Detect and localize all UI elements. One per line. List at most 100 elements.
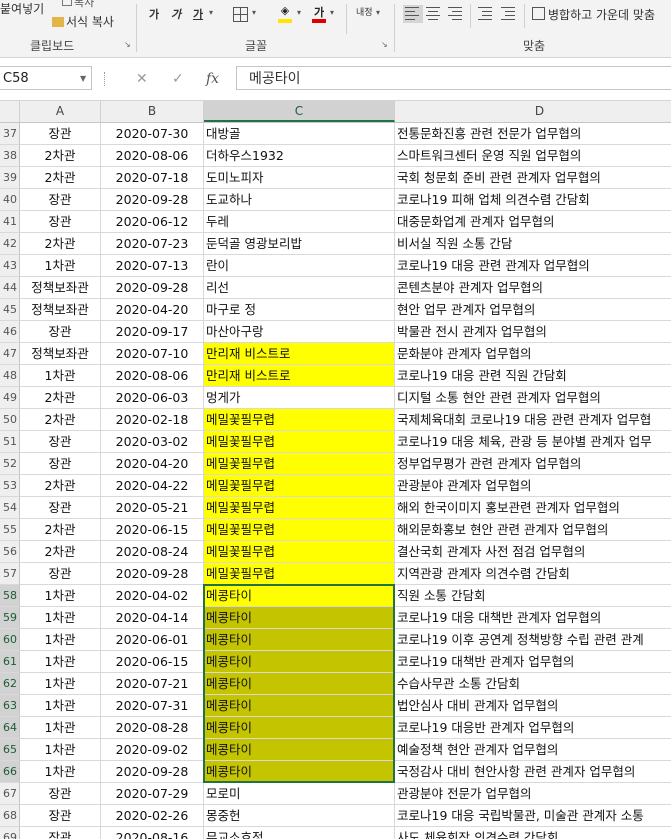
cell-c[interactable]: 메밀꽃필무렵	[204, 409, 395, 431]
row-header[interactable]: 61	[0, 651, 20, 673]
cell-c[interactable]: 마산아구랑	[204, 321, 395, 343]
cell-a[interactable]: 1차관	[20, 695, 101, 717]
cell-d[interactable]: 해외 한국이미지 홍보관련 관계자 업무협의	[395, 497, 671, 519]
row-header[interactable]: 55	[0, 519, 20, 541]
cell-b[interactable]: 2020-07-23	[101, 233, 204, 255]
cell-a[interactable]: 1차관	[20, 673, 101, 695]
cell-b[interactable]: 2020-07-31	[101, 695, 204, 717]
cell-c[interactable]: 무교소호정	[204, 827, 395, 839]
cell-a[interactable]: 장관	[20, 827, 101, 839]
cell-d[interactable]: 비서실 직원 소통 간담	[395, 233, 671, 255]
row-header[interactable]: 45	[0, 299, 20, 321]
row-header[interactable]: 49	[0, 387, 20, 409]
phonetic-dropdown-chevron-icon[interactable]: ▾	[376, 8, 380, 17]
cell-a[interactable]: 장관	[20, 211, 101, 233]
font-color-button[interactable]: 가	[312, 4, 326, 24]
name-box[interactable]: C58	[0, 66, 92, 90]
row-header[interactable]: 53	[0, 475, 20, 497]
cell-a[interactable]: 1차관	[20, 585, 101, 607]
row-header[interactable]: 65	[0, 739, 20, 761]
cell-c[interactable]: 메밀꽃필무렵	[204, 519, 395, 541]
cell-a[interactable]: 장관	[20, 123, 101, 145]
border-button[interactable]	[233, 7, 248, 22]
enter-check-icon[interactable]: ✓	[172, 71, 184, 87]
cell-a[interactable]: 2차관	[20, 519, 101, 541]
cell-c[interactable]: 메콩타이	[204, 607, 395, 629]
row-header[interactable]: 62	[0, 673, 20, 695]
cell-c[interactable]: 메밀꽃필무렵	[204, 431, 395, 453]
cell-a[interactable]: 2차관	[20, 541, 101, 563]
cell-d[interactable]: 관광분야 관계자 업무협의	[395, 475, 671, 497]
row-header[interactable]: 59	[0, 607, 20, 629]
cell-c[interactable]: 메밀꽃필무렵	[204, 453, 395, 475]
cell-d[interactable]: 법안심사 대비 관계자 업무협의	[395, 695, 671, 717]
cell-a[interactable]: 1차관	[20, 717, 101, 739]
row-header[interactable]: 40	[0, 189, 20, 211]
row-header[interactable]: 46	[0, 321, 20, 343]
row-header[interactable]: 41	[0, 211, 20, 233]
align-right-icon[interactable]	[448, 7, 464, 21]
phonetic-button[interactable]: 내정	[356, 5, 373, 18]
underline-button[interactable]: 가	[189, 6, 207, 24]
cell-c[interactable]: 란이	[204, 255, 395, 277]
cell-c[interactable]: 메콩타이	[204, 695, 395, 717]
cell-b[interactable]: 2020-08-06	[101, 365, 204, 387]
cell-c[interactable]: 멍게가	[204, 387, 395, 409]
cell-d[interactable]: 콘텐츠분야 관계자 업무협의	[395, 277, 671, 299]
cell-c[interactable]: 도교하나	[204, 189, 395, 211]
row-header[interactable]: 57	[0, 563, 20, 585]
clipboard-dialog-launcher-icon[interactable]: ↘	[124, 40, 133, 49]
cell-c[interactable]: 대방골	[204, 123, 395, 145]
cell-a[interactable]: 2차관	[20, 475, 101, 497]
row-header[interactable]: 68	[0, 805, 20, 827]
cancel-icon[interactable]: ✕	[136, 71, 148, 87]
cell-d[interactable]: 대중문화업계 관계자 업무협의	[395, 211, 671, 233]
cell-a[interactable]: 2차관	[20, 233, 101, 255]
cell-d[interactable]: 스마트워크센터 운영 직원 업무협의	[395, 145, 671, 167]
cell-a[interactable]: 장관	[20, 321, 101, 343]
cell-b[interactable]: 2020-02-18	[101, 409, 204, 431]
cell-b[interactable]: 2020-03-02	[101, 431, 204, 453]
cell-a[interactable]: 1차관	[20, 255, 101, 277]
row-header[interactable]: 64	[0, 717, 20, 739]
font-color-dropdown-chevron-icon[interactable]: ▾	[330, 8, 334, 17]
column-header-d[interactable]: D	[395, 101, 671, 122]
row-header[interactable]: 47	[0, 343, 20, 365]
cell-d[interactable]: 디지털 소통 현안 관련 관계자 업무협의	[395, 387, 671, 409]
cell-c[interactable]: 만리재 비스트로	[204, 343, 395, 365]
row-header[interactable]: 54	[0, 497, 20, 519]
cell-c[interactable]: 몽중헌	[204, 805, 395, 827]
cell-b[interactable]: 2020-07-29	[101, 783, 204, 805]
cell-d[interactable]: 코로나19 대응 관련 관계자 업무협의	[395, 255, 671, 277]
insert-function-icon[interactable]: fx	[206, 71, 219, 87]
row-header[interactable]: 51	[0, 431, 20, 453]
cell-c[interactable]: 메콩타이	[204, 739, 395, 761]
cell-a[interactable]: 1차관	[20, 739, 101, 761]
cell-b[interactable]: 2020-04-14	[101, 607, 204, 629]
cell-d[interactable]: 코로나19 대응 대책반 관계자 업무협의	[395, 607, 671, 629]
cell-b[interactable]: 2020-06-12	[101, 211, 204, 233]
cell-d[interactable]: 국회 청문회 준비 관련 관계자 업무협의	[395, 167, 671, 189]
merge-and-center-button[interactable]: 병합하고 가운데 맞춤	[532, 6, 655, 23]
cell-a[interactable]: 장관	[20, 453, 101, 475]
row-header[interactable]: 67	[0, 783, 20, 805]
cell-b[interactable]: 2020-08-16	[101, 827, 204, 839]
cell-d[interactable]: 사도 체육회장 의견수렴 간담회	[395, 827, 671, 839]
cell-a[interactable]: 장관	[20, 189, 101, 211]
cell-d[interactable]: 결산국회 관계자 사전 점검 업무협의	[395, 541, 671, 563]
cell-d[interactable]: 수습사무관 소통 간담회	[395, 673, 671, 695]
cell-d[interactable]: 문화분야 관계자 업무협의	[395, 343, 671, 365]
row-header[interactable]: 69	[0, 827, 20, 839]
formula-bar-grip[interactable]	[104, 72, 107, 86]
cell-c[interactable]: 더하우스1932	[204, 145, 395, 167]
italic-button[interactable]: 가	[167, 6, 185, 24]
cell-c[interactable]: 메콩타이	[204, 651, 395, 673]
row-header[interactable]: 38	[0, 145, 20, 167]
row-header[interactable]: 66	[0, 761, 20, 783]
cell-b[interactable]: 2020-07-10	[101, 343, 204, 365]
cell-c[interactable]: 메밀꽃필무렵	[204, 475, 395, 497]
cell-a[interactable]: 2차관	[20, 409, 101, 431]
cell-b[interactable]: 2020-06-01	[101, 629, 204, 651]
cell-b[interactable]: 2020-07-21	[101, 673, 204, 695]
align-center-icon[interactable]	[426, 7, 442, 21]
